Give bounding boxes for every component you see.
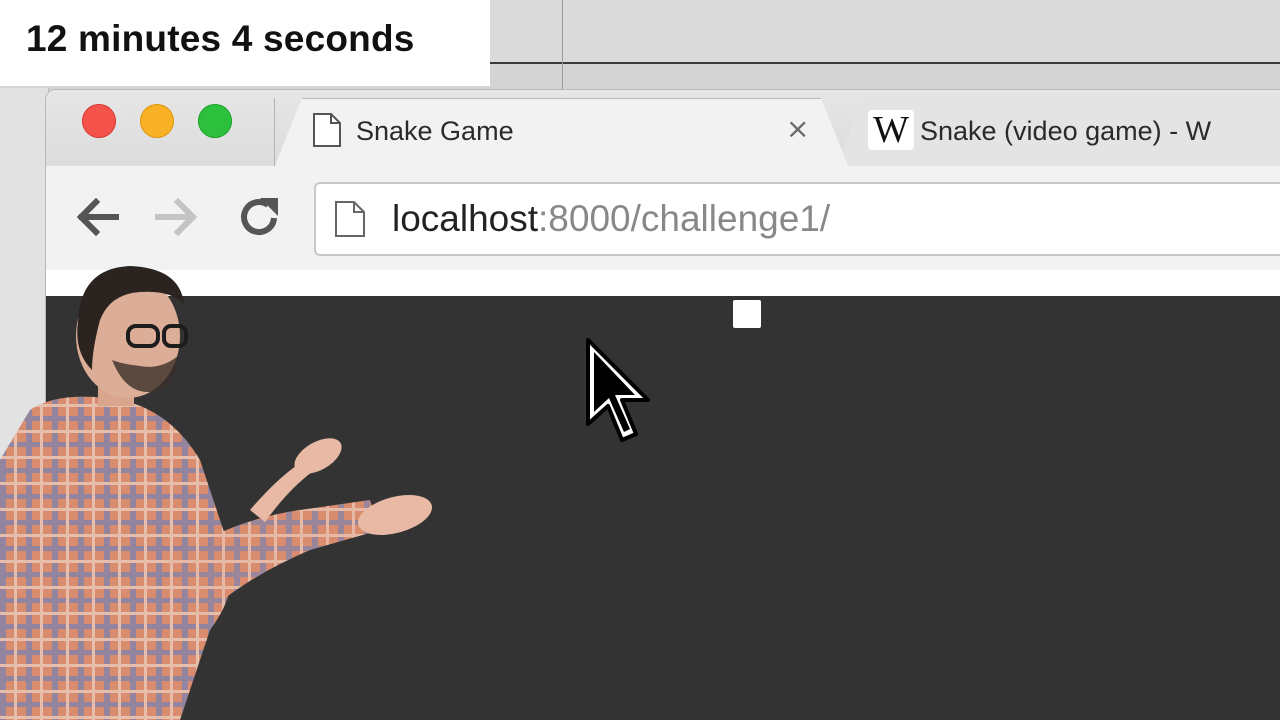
- url-host: localhost: [392, 198, 539, 239]
- address-url: localhost:8000/challenge1/: [392, 198, 830, 240]
- presenter-figure: [0, 266, 432, 720]
- reload-icon[interactable]: [234, 192, 284, 242]
- wikipedia-w-glyph: W: [873, 109, 909, 151]
- address-page-icon: [334, 200, 366, 243]
- snake-food-square: [733, 300, 761, 328]
- close-tab-icon[interactable]: ×: [786, 112, 809, 145]
- address-bar[interactable]: localhost:8000/challenge1/: [314, 182, 1280, 256]
- tab-title-snake-game: Snake Game: [356, 116, 514, 146]
- elapsed-time-label: 12 minutes 4 seconds: [26, 18, 415, 59]
- forward-arrow-icon[interactable]: [152, 192, 202, 242]
- tab-edge: [274, 98, 275, 168]
- url-path: :8000/challenge1/: [538, 198, 831, 239]
- page-icon: [312, 112, 342, 153]
- screenshot-stage: 12 minutes 4 seconds Snake Game × W Snak…: [0, 0, 1280, 720]
- tab-title-snake-wikipedia: Snake (video game) - W: [920, 116, 1212, 146]
- mouse-pointer-icon: [584, 336, 656, 451]
- wikipedia-w-icon: W: [868, 110, 914, 150]
- elapsed-time-caption: 12 minutes 4 seconds: [0, 0, 490, 86]
- tab-strip: Snake Game × W Snake (video game) - W: [46, 90, 1280, 168]
- minimize-window-button[interactable]: [140, 104, 174, 138]
- close-window-button[interactable]: [82, 104, 116, 138]
- browser-toolbar: localhost:8000/challenge1/: [46, 166, 1280, 271]
- back-arrow-icon[interactable]: [72, 192, 122, 242]
- background-divider: [562, 0, 563, 90]
- zoom-window-button[interactable]: [198, 104, 232, 138]
